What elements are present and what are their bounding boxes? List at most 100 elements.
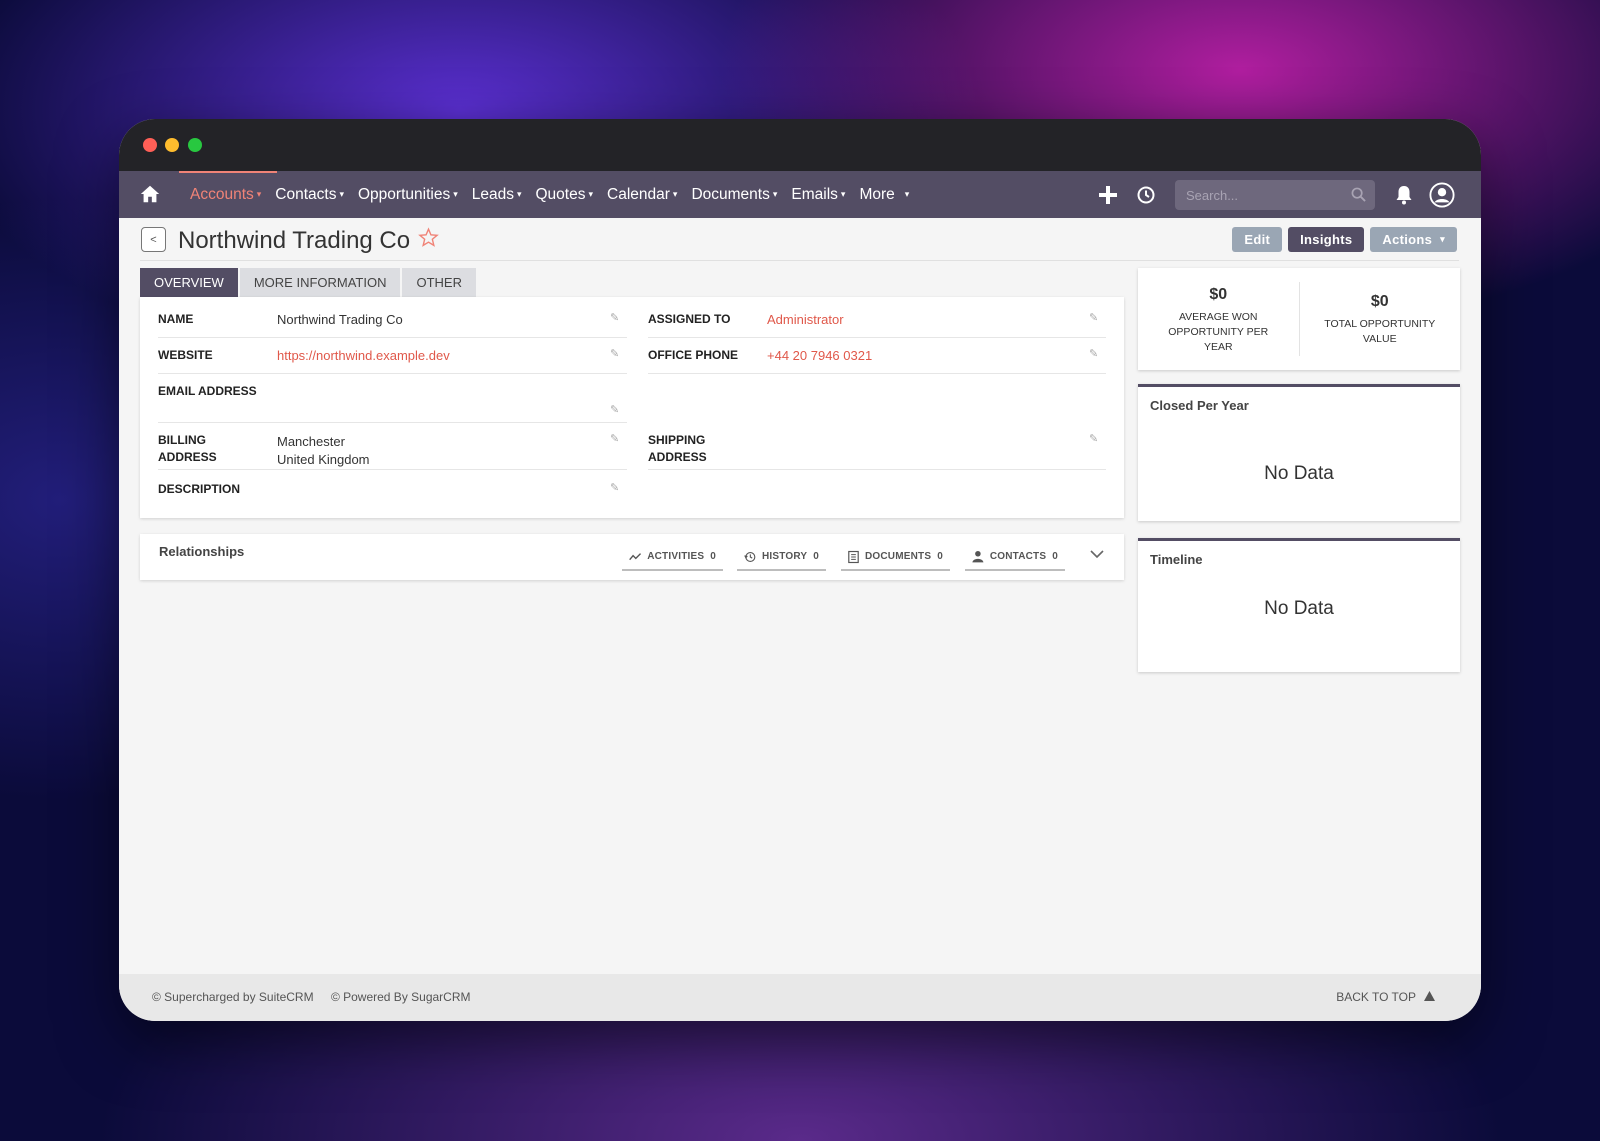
bell-icon[interactable] (1391, 182, 1417, 208)
tab-other[interactable]: OTHER (402, 268, 476, 297)
field-value-name: Northwind Trading Co (277, 312, 403, 327)
field-row-assigned-to: ASSIGNED TO Administrator ✎ (648, 311, 1106, 338)
closed-per-year-panel: Closed Per Year No Data (1138, 384, 1460, 521)
nav-item-leads[interactable]: Leads ▾ (472, 171, 522, 218)
user-avatar-icon[interactable] (1429, 182, 1455, 208)
nav-item-accounts[interactable]: Accounts ▾ (178, 171, 278, 218)
nav-item-contacts[interactable]: Contacts ▾ (275, 171, 344, 218)
insights-button[interactable]: Insights (1288, 227, 1365, 252)
history-icon[interactable] (1133, 182, 1159, 208)
edit-pencil-icon[interactable]: ✎ (610, 403, 619, 416)
no-data-text: No Data (1264, 598, 1334, 619)
nav-item-calendar[interactable]: Calendar ▾ (607, 171, 677, 218)
no-data-text: No Data (1264, 463, 1334, 484)
edit-pencil-icon[interactable]: ✎ (1089, 347, 1098, 360)
close-window-button[interactable] (143, 138, 157, 152)
field-row-description: DESCRIPTION ✎ (158, 481, 627, 501)
panel-title: Timeline (1150, 552, 1203, 567)
stat-value: $0 (1370, 293, 1389, 310)
field-label: ADDRESS (648, 450, 707, 464)
browser-window: Accounts ▾ Contacts ▾ Opportunities ▾ Leads… (119, 119, 1481, 1021)
edit-pencil-icon[interactable]: ✎ (1089, 432, 1098, 445)
tab-more-information[interactable]: MORE INFORMATION (239, 268, 401, 297)
home-icon[interactable] (139, 183, 161, 205)
maximize-window-button[interactable] (188, 138, 202, 152)
record-title: Northwind Trading Co (178, 227, 411, 254)
tab-overview[interactable]: OVERVIEW (140, 268, 238, 297)
field-label: NAME (158, 312, 194, 326)
insights-stats-card: $0 AVERAGE WON OPPORTUNITY PER YEAR $0 T… (1138, 268, 1460, 370)
favorite-star-icon[interactable] (418, 227, 439, 255)
nav-tools (1089, 180, 1461, 210)
sugarcrm-credit-link[interactable]: © Powered By SugarCRM (331, 990, 471, 1004)
edit-pencil-icon[interactable]: ✎ (1089, 311, 1098, 324)
actions-button[interactable]: Actions ▾ (1370, 227, 1457, 252)
website-link[interactable]: https://northwind.example.dev (277, 347, 450, 364)
stat-average-won: $0 AVERAGE WON OPPORTUNITY PER YEAR (1138, 268, 1299, 370)
person-icon (972, 550, 984, 563)
field-label: DESCRIPTION (158, 482, 241, 496)
billing-city: Manchester (277, 434, 345, 449)
module-menu: Accounts ▾ Contacts ▾ Opportunities ▾ Leads… (178, 171, 923, 218)
nav-item-quotes[interactable]: Quotes ▾ (536, 171, 594, 218)
field-row-billing-address: BILLING ADDRESS Manchester United Kingdo… (158, 432, 627, 470)
arrow-up-icon (1424, 990, 1435, 1004)
field-label: ASSIGNED TO (648, 312, 731, 326)
edit-pencil-icon[interactable]: ✎ (610, 481, 619, 494)
edit-button[interactable]: Edit (1232, 227, 1283, 252)
main-content: < Northwind Trading Co Edit Insights Act… (119, 218, 1481, 958)
nav-item-emails[interactable]: Emails ▾ (791, 171, 845, 218)
chevron-down-icon[interactable] (1090, 547, 1104, 566)
footer: © Supercharged by SuiteCRM © Powered By … (119, 974, 1481, 1021)
edit-pencil-icon[interactable]: ✎ (610, 311, 619, 324)
search-icon[interactable] (1351, 187, 1366, 207)
search-input[interactable] (1175, 180, 1375, 210)
edit-pencil-icon[interactable]: ✎ (610, 347, 619, 360)
field-label: BILLING (158, 433, 206, 447)
activity-icon (629, 552, 642, 560)
field-label: ADDRESS (158, 450, 217, 464)
stat-caption: AVERAGE WON OPPORTUNITY PER YEAR (1168, 311, 1269, 353)
panel-title: Closed Per Year (1150, 398, 1249, 413)
search-box (1175, 180, 1375, 210)
nav-item-more[interactable]: More ▾ (859, 171, 909, 218)
stat-value: $0 (1209, 286, 1228, 303)
footer-credits: © Supercharged by SuiteCRM © Powered By … (152, 990, 485, 1004)
nav-item-documents[interactable]: Documents ▾ (691, 171, 777, 218)
overview-panel: NAME Northwind Trading Co ✎ WEBSITE http… (140, 297, 1124, 518)
assigned-user-link[interactable]: Administrator (767, 311, 844, 328)
history-icon (744, 551, 756, 562)
field-row-office-phone: OFFICE PHONE +44 20 7946 0321 ✎ (648, 347, 1106, 374)
field-row-shipping-address: SHIPPING ADDRESS ✎ (648, 432, 1106, 470)
field-label: EMAIL ADDRESS (158, 384, 257, 398)
billing-country: United Kingdom (277, 452, 370, 467)
back-to-top-link[interactable]: BACK TO TOP (1336, 990, 1435, 1004)
top-navbar: Accounts ▾ Contacts ▾ Opportunities ▾ Leads… (119, 171, 1481, 218)
header-divider (140, 260, 1459, 261)
stat-caption: TOTAL OPPORTUNITY VALUE (1324, 318, 1436, 345)
nav-item-opportunities[interactable]: Opportunities ▾ (358, 171, 458, 218)
phone-link[interactable]: +44 20 7946 0321 (767, 347, 872, 364)
window-titlebar (119, 119, 1481, 171)
timeline-panel: Timeline No Data (1138, 538, 1460, 672)
field-label: SHIPPING (648, 433, 706, 447)
back-to-top-label: BACK TO TOP (1336, 990, 1416, 1004)
relationships-title: Relationships (159, 544, 245, 559)
minimize-window-button[interactable] (165, 138, 179, 152)
stat-total-opportunity: $0 TOTAL OPPORTUNITY VALUE (1300, 268, 1461, 370)
back-button[interactable]: < (141, 227, 166, 252)
rel-tab-history[interactable]: HISTORY 0 (737, 544, 826, 571)
detail-tabs: OVERVIEW MORE INFORMATION OTHER (140, 268, 478, 297)
suitecrm-credit-link[interactable]: © Supercharged by SuiteCRM (152, 990, 314, 1004)
plus-icon[interactable] (1095, 182, 1121, 208)
document-icon (848, 550, 859, 563)
edit-pencil-icon[interactable]: ✎ (610, 432, 619, 445)
page-title: Northwind Trading Co (178, 227, 439, 255)
rel-tab-activities[interactable]: ACTIVITIES 0 (622, 544, 723, 571)
rel-tab-contacts[interactable]: CONTACTS 0 (965, 544, 1065, 571)
record-actions: Edit Insights Actions ▾ (1226, 227, 1457, 252)
rel-tab-documents[interactable]: DOCUMENTS 0 (841, 544, 950, 571)
field-label: OFFICE PHONE (648, 348, 739, 362)
field-label: WEBSITE (158, 348, 213, 362)
field-row-email: EMAIL ADDRESS ✎ (158, 383, 627, 423)
